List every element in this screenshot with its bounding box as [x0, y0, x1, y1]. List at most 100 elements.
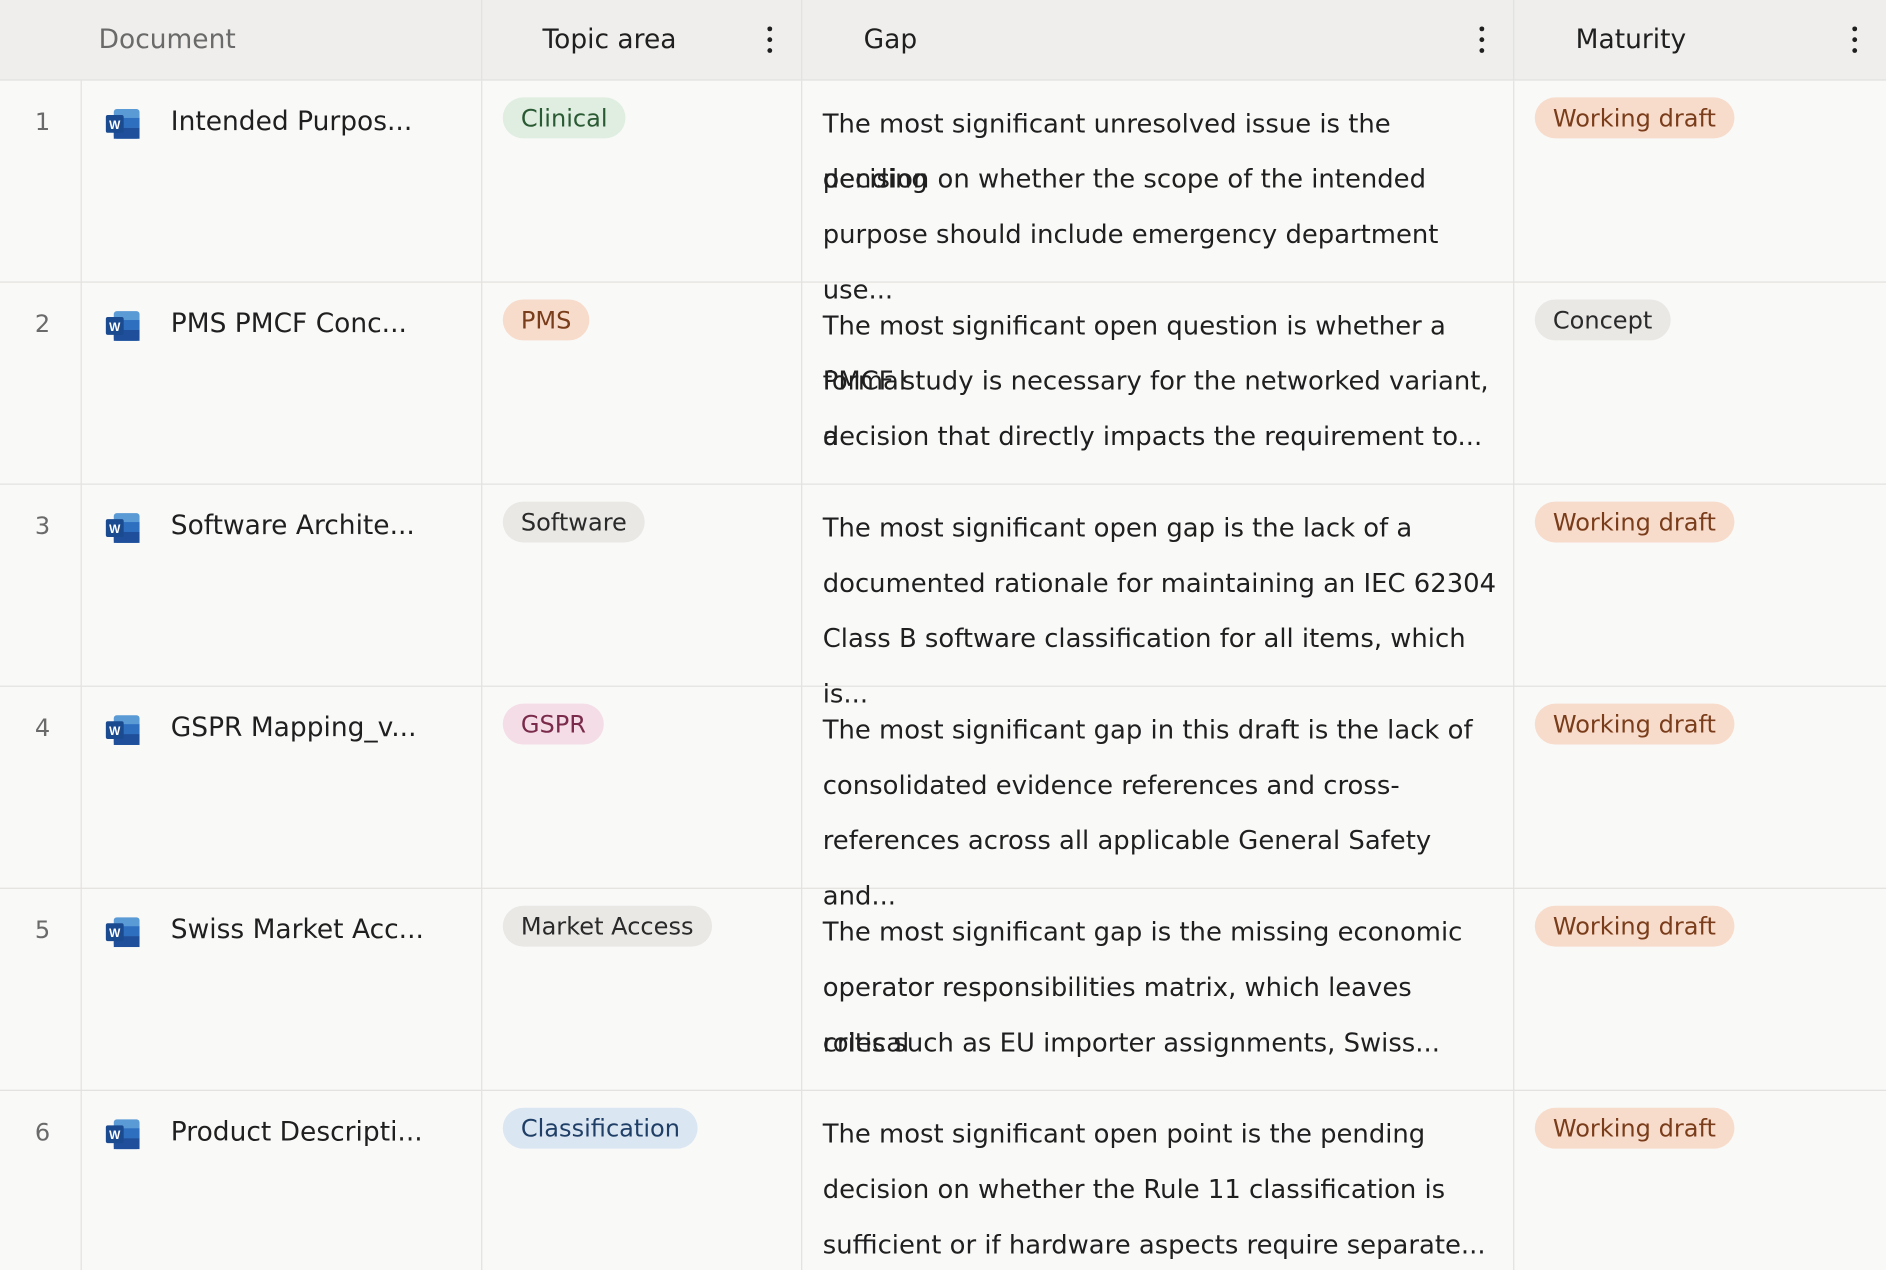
- maturity-cell[interactable]: Working draft: [1514, 889, 1886, 1091]
- document-cell[interactable]: W Intended Purpos...: [82, 80, 483, 283]
- row-number: 5: [34, 915, 51, 945]
- gap-cell[interactable]: The most significant unresolved issue is…: [802, 80, 1515, 306]
- gap-cell[interactable]: The most significant open question is wh…: [802, 282, 1515, 485]
- maturity-column-menu-icon[interactable]: [1851, 26, 1857, 53]
- topic-area-cell[interactable]: PMS: [482, 282, 803, 485]
- gap-text: The most significant open point is the p…: [823, 1108, 1497, 1270]
- table-row[interactable]: 3 W Software Archite... Software The mos…: [0, 484, 1886, 710]
- row-number: 1: [34, 107, 51, 136]
- header-document[interactable]: Document: [82, 0, 483, 81]
- gap-text: The most significant gap in this draft i…: [822, 704, 1497, 912]
- word-doc-icon: W: [103, 713, 141, 747]
- maturity-cell[interactable]: Working draft: [1514, 485, 1886, 687]
- gap-line: sufficient or if hardware aspects requir…: [822, 1230, 1486, 1261]
- header-maturity-label: Maturity: [1575, 25, 1687, 56]
- header-gap[interactable]: Gap: [802, 0, 1515, 81]
- document-cell[interactable]: W Product Descripti...: [82, 1090, 483, 1270]
- gap-line: operator responsibilities matrix, which …: [822, 973, 1412, 1059]
- document-cell[interactable]: W GSPR Mapping_v...: [82, 686, 483, 889]
- svg-text:W: W: [109, 320, 121, 334]
- gap-cell[interactable]: The most significant gap in this draft i…: [802, 686, 1515, 912]
- row-number: 3: [34, 511, 51, 541]
- gap-line: The most significant gap is the missing …: [822, 917, 1463, 948]
- svg-text:W: W: [109, 118, 121, 132]
- word-doc-icon: W: [103, 1117, 141, 1151]
- gap-column-menu-icon[interactable]: [1478, 26, 1484, 53]
- svg-text:W: W: [109, 522, 121, 536]
- topic-area-column-menu-icon[interactable]: [766, 26, 772, 53]
- topic-area-cell[interactable]: GSPR: [482, 686, 803, 889]
- table-row[interactable]: 2 W PMS PMCF Conc... PMS The most signif…: [0, 282, 1886, 485]
- table-row[interactable]: 4 W GSPR Mapping_v... GSPR The most sign…: [0, 686, 1886, 912]
- gap-line: consolidated evidence references and cro…: [822, 770, 1400, 802]
- maturity-cell[interactable]: Working draft: [1514, 687, 1886, 889]
- table-row[interactable]: 1 W Intended Purpos... Clinical The most…: [0, 80, 1886, 306]
- maturity-cell[interactable]: Working draft: [1514, 81, 1886, 283]
- document-name[interactable]: PMS PMCF Conc...: [171, 309, 407, 339]
- document-name[interactable]: Software Archite...: [171, 511, 415, 541]
- maturity-tag: Working draft: [1534, 97, 1735, 139]
- header-document-label: Document: [98, 25, 236, 56]
- table-header: Document Topic area Gap Maturity: [0, 0, 1886, 81]
- topic-area-tag: PMS: [502, 299, 590, 341]
- svg-text:W: W: [109, 1128, 121, 1142]
- topic-area-cell[interactable]: Software: [482, 484, 803, 687]
- topic-area-tag: Clinical: [502, 97, 626, 139]
- gap-text: The most significant gap is the missing …: [823, 906, 1497, 1072]
- svg-text:W: W: [109, 724, 121, 738]
- gap-cell[interactable]: The most significant open gap is the lac…: [802, 484, 1515, 710]
- table-row[interactable]: 5 W Swiss Market Acc... Market Access Th…: [0, 888, 1886, 1091]
- header-topic-area-label: Topic area: [542, 25, 677, 56]
- row-number: 2: [34, 309, 51, 338]
- topic-area-tag: Market Access: [502, 905, 712, 947]
- row-number-cell: 6: [0, 1090, 82, 1270]
- gap-line: decision that directly impacts the requi…: [822, 422, 1483, 453]
- document-name[interactable]: Intended Purpos...: [171, 107, 412, 137]
- word-doc-icon: W: [103, 915, 141, 949]
- gap-line: decision on whether the scope of the int…: [822, 164, 1427, 195]
- document-name[interactable]: Product Descripti...: [171, 1117, 423, 1147]
- row-number-cell: 4: [0, 686, 82, 889]
- document-name[interactable]: Swiss Market Acc...: [171, 915, 424, 945]
- topic-area-cell[interactable]: Classification: [482, 1090, 803, 1270]
- word-doc-icon: W: [103, 511, 141, 545]
- word-doc-icon: W: [103, 107, 141, 141]
- maturity-tag: Working draft: [1534, 1107, 1735, 1149]
- gap-cell[interactable]: The most significant gap is the missing …: [802, 888, 1515, 1091]
- row-number-cell: 5: [0, 888, 82, 1091]
- header-topic-area[interactable]: Topic area: [482, 0, 803, 81]
- topic-area-tag: Classification: [502, 1107, 699, 1149]
- header-row-number: [0, 0, 82, 81]
- topic-area-cell[interactable]: Clinical: [482, 80, 803, 283]
- gap-cell[interactable]: The most significant open point is the p…: [802, 1090, 1515, 1270]
- maturity-cell[interactable]: Working draft: [1514, 1091, 1886, 1270]
- svg-text:W: W: [109, 926, 121, 940]
- row-number-cell: 2: [0, 282, 82, 485]
- gap-line: The most significant unresolved issue is…: [822, 109, 1391, 195]
- document-name[interactable]: GSPR Mapping_v...: [171, 713, 417, 743]
- maturity-tag: Working draft: [1534, 703, 1735, 745]
- maturity-tag: Working draft: [1534, 905, 1735, 947]
- word-doc-icon: W: [103, 309, 141, 343]
- row-number-cell: 3: [0, 484, 82, 687]
- gap-line: references across all applicable General…: [822, 826, 1432, 912]
- topic-area-cell[interactable]: Market Access: [482, 888, 803, 1091]
- row-number: 6: [34, 1117, 51, 1147]
- header-gap-label: Gap: [863, 25, 918, 56]
- gap-line: documented rationale for maintaining an …: [822, 568, 1497, 599]
- gap-text: The most significant open question is wh…: [823, 299, 1497, 465]
- document-cell[interactable]: W Software Archite...: [82, 484, 483, 687]
- table-row[interactable]: 6 W Product Descripti... Classification …: [0, 1090, 1886, 1270]
- header-maturity[interactable]: Maturity: [1514, 0, 1886, 81]
- topic-area-tag: GSPR: [502, 703, 604, 745]
- document-cell[interactable]: W PMS PMCF Conc...: [82, 282, 483, 485]
- gap-line: Class B software classification for all …: [822, 624, 1466, 710]
- documents-table: Document Topic area Gap Maturity 1 W Int…: [0, 0, 1886, 1270]
- maturity-tag: Concept: [1534, 299, 1671, 341]
- document-cell[interactable]: W Swiss Market Acc...: [82, 888, 483, 1091]
- maturity-cell[interactable]: Concept: [1514, 283, 1886, 485]
- gap-line: roles such as EU importer assignments, S…: [822, 1028, 1440, 1059]
- gap-line: PMCF study is necessary for the networke…: [822, 366, 1489, 453]
- row-number-cell: 1: [0, 80, 82, 283]
- topic-area-tag: Software: [502, 501, 645, 543]
